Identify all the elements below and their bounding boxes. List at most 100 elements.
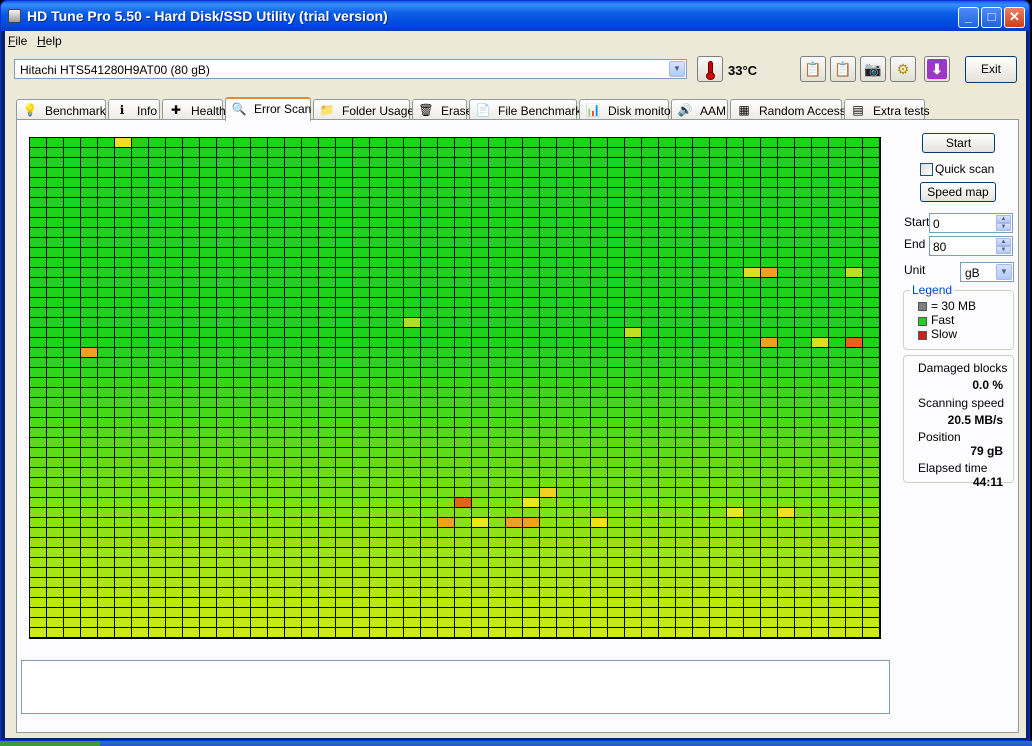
scan-block — [438, 588, 454, 597]
scan-block — [268, 228, 284, 237]
scan-block — [540, 238, 556, 247]
scan-block — [30, 468, 46, 477]
scan-block — [863, 588, 879, 597]
scan-block — [64, 498, 80, 507]
spin-up-icon[interactable]: ▲ — [996, 215, 1011, 223]
tab-folder-usage[interactable]: 📁 Folder Usage — [313, 99, 414, 120]
scan-block — [642, 408, 658, 417]
scan-block — [472, 358, 488, 367]
scan-block — [47, 458, 63, 467]
end-field[interactable]: 80 ▲ ▼ — [929, 236, 1013, 256]
scan-block — [778, 328, 794, 337]
scan-block — [438, 518, 454, 527]
scan-block — [693, 458, 709, 467]
options-button[interactable]: ⚙ — [890, 56, 916, 82]
scan-block — [676, 298, 692, 307]
quick-scan-checkbox[interactable] — [920, 163, 933, 176]
screenshot-button[interactable]: 📷 — [860, 56, 886, 82]
scan-block — [659, 228, 675, 237]
tab-benchmark[interactable]: 💡 Benchmark — [16, 99, 106, 120]
scan-block — [47, 598, 63, 607]
minimize-button[interactable]: _ — [958, 7, 979, 28]
copy-image-button[interactable]: 📋 — [830, 56, 856, 82]
scan-block — [761, 518, 777, 527]
tab-random-access[interactable]: ▦ Random Access — [730, 99, 846, 120]
chevron-down-icon[interactable]: ▼ — [669, 61, 685, 77]
chevron-down-icon[interactable]: ▼ — [996, 264, 1012, 280]
speed-map-button[interactable]: Speed map — [920, 182, 996, 202]
scan-block — [268, 158, 284, 167]
scan-block — [778, 308, 794, 317]
drive-select[interactable]: Hitachi HTS541280H9AT00 (80 gB) ▼ — [14, 59, 687, 79]
title-bar[interactable]: HD Tune Pro 5.50 - Hard Disk/SSD Utility… — [1, 1, 1029, 31]
copy-text-button[interactable]: 📋 — [800, 56, 826, 82]
scan-block — [132, 438, 148, 447]
scan-block — [846, 368, 862, 377]
scan-block — [302, 158, 318, 167]
scan-block — [421, 618, 437, 627]
exit-button[interactable]: Exit — [965, 56, 1017, 83]
start-field[interactable]: 0 ▲ ▼ — [929, 213, 1013, 233]
scan-block — [727, 148, 743, 157]
scan-block — [183, 568, 199, 577]
tab-disk-monitor[interactable]: 📊 Disk monitor — [579, 99, 675, 120]
scan-block — [234, 408, 250, 417]
scan-block — [302, 538, 318, 547]
scan-block — [574, 478, 590, 487]
tab-error-scan[interactable]: 🔍 Error Scan — [225, 97, 311, 121]
scan-block — [523, 508, 539, 517]
scan-block — [540, 368, 556, 377]
scan-block — [285, 518, 301, 527]
scan-block — [591, 288, 607, 297]
scan-block — [438, 568, 454, 577]
tab-info[interactable]: ℹ Info — [108, 99, 160, 120]
scan-block — [285, 568, 301, 577]
tab-erase[interactable]: 🗑 Erase — [412, 99, 472, 120]
scan-block — [523, 218, 539, 227]
scan-block — [251, 388, 267, 397]
scan-block — [285, 288, 301, 297]
scan-block — [778, 518, 794, 527]
scan-block — [47, 388, 63, 397]
tab-aam[interactable]: 🔊 AAM — [671, 99, 728, 120]
legend-swatch-fast — [918, 317, 927, 326]
scan-block — [540, 398, 556, 407]
spin-down-icon[interactable]: ▼ — [996, 246, 1011, 254]
scan-block — [387, 628, 403, 637]
spin-up-icon[interactable]: ▲ — [996, 238, 1011, 246]
scan-block — [115, 488, 131, 497]
close-button[interactable]: ✕ — [1004, 7, 1025, 28]
scan-block — [285, 208, 301, 217]
scan-block — [625, 578, 641, 587]
scan-block — [149, 568, 165, 577]
scan-block — [319, 148, 335, 157]
scan-block — [863, 208, 879, 217]
tab-extra-tests[interactable]: ▤ Extra tests — [844, 99, 930, 120]
scan-block — [761, 198, 777, 207]
scan-block — [829, 178, 845, 187]
taskbar-start[interactable] — [0, 741, 100, 746]
scan-block — [761, 258, 777, 267]
unit-select[interactable]: gB ▼ — [960, 262, 1014, 282]
scan-block — [608, 258, 624, 267]
scan-block — [642, 208, 658, 217]
maximize-button[interactable]: □ — [981, 7, 1002, 28]
tab-file-benchmark[interactable]: 📄 File Benchmark — [469, 99, 581, 120]
start-scan-button[interactable]: Start — [922, 133, 995, 153]
scan-block — [370, 318, 386, 327]
scan-block — [727, 318, 743, 327]
menu-help[interactable]: Help — [37, 34, 62, 48]
scan-block — [472, 528, 488, 537]
scan-block — [863, 418, 879, 427]
spin-down-icon[interactable]: ▼ — [996, 223, 1011, 231]
scan-block — [761, 548, 777, 557]
save-button[interactable]: ⬇ — [924, 56, 950, 82]
scan-block — [812, 298, 828, 307]
tab-health[interactable]: ✚ Health — [162, 99, 226, 120]
log-output[interactable] — [21, 660, 890, 714]
scan-block — [574, 498, 590, 507]
menu-file[interactable]: File — [8, 34, 27, 48]
scan-block — [404, 268, 420, 277]
scan-block — [727, 198, 743, 207]
scan-block — [30, 558, 46, 567]
